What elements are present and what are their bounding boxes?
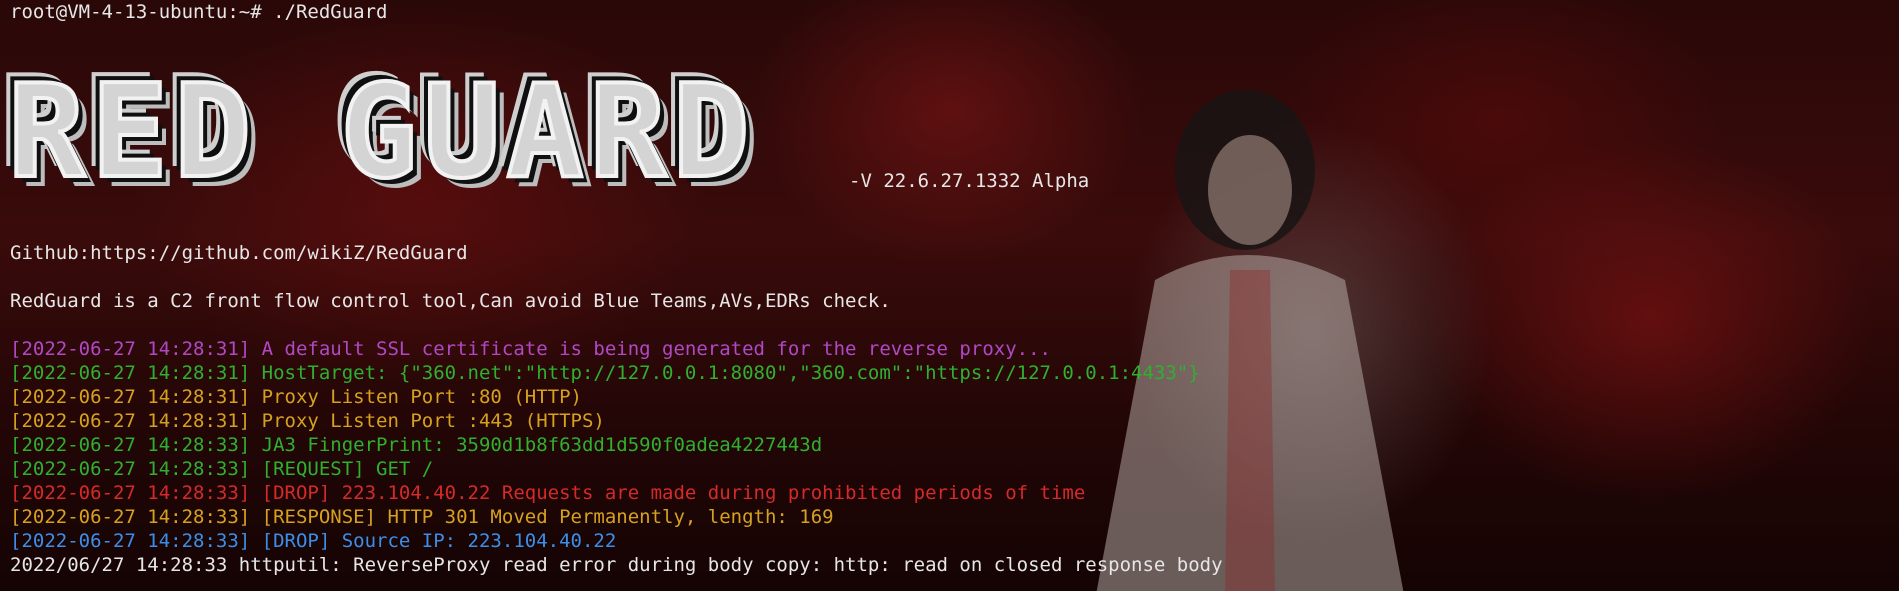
log-timestamp: [2022-06-27 14:28:33] [10, 434, 251, 456]
log-timestamp: [2022-06-27 14:28:31] [10, 386, 251, 408]
description-text: RedGuard is a C2 front flow control tool… [10, 290, 891, 312]
log-line: [2022-06-27 14:28:31] Proxy Listen Port … [10, 385, 582, 409]
log-line: [2022-06-27 14:28:31] HostTarget: {"360.… [10, 361, 1200, 385]
error-line: 2022/06/27 14:28:33 httputil: ReversePro… [10, 554, 1223, 576]
log-timestamp: [2022-06-27 14:28:31] [10, 410, 251, 432]
log-line: [2022-06-27 14:28:33] JA3 FingerPrint: 3… [10, 433, 822, 457]
log-message: Proxy Listen Port :443 (HTTPS) [250, 410, 605, 432]
log-message: [DROP] 223.104.40.22 Requests are made d… [250, 482, 1086, 504]
log-line: [2022-06-27 14:28:31] Proxy Listen Port … [10, 409, 605, 433]
log-timestamp: [2022-06-27 14:28:33] [10, 458, 251, 480]
log-message: HostTarget: {"360.net":"http://127.0.0.1… [250, 362, 1200, 384]
log-timestamp: [2022-06-27 14:28:33] [10, 530, 251, 552]
ascii-banner: RED GUARD [6, 58, 756, 207]
log-line: [2022-06-27 14:28:31] A default SSL cert… [10, 337, 1051, 361]
wallpaper-figure [1096, 90, 1404, 591]
version-label: -V 22.6.27.1332 Alpha [849, 170, 1090, 192]
log-timestamp: [2022-06-27 14:28:33] [10, 482, 251, 504]
log-timestamp: [2022-06-27 14:28:33] [10, 506, 251, 528]
log-message: Proxy Listen Port :80 (HTTP) [250, 386, 582, 408]
log-line: [2022-06-27 14:28:33] [RESPONSE] HTTP 30… [10, 505, 834, 529]
log-message: [DROP] Source IP: 223.104.40.22 [250, 530, 617, 552]
shell-prompt: root@VM-4-13-ubuntu:~# ./RedGuard [10, 1, 388, 23]
terminal-window[interactable]: root@VM-4-13-ubuntu:~# ./RedGuard RED GU… [0, 0, 1899, 591]
log-timestamp: [2022-06-27 14:28:31] [10, 362, 251, 384]
log-message: A default SSL certificate is being gener… [250, 338, 1051, 360]
log-line: [2022-06-27 14:28:33] [DROP] 223.104.40.… [10, 481, 1085, 505]
banner-title: RED GUARD [6, 58, 756, 207]
log-timestamp: [2022-06-27 14:28:31] [10, 338, 251, 360]
log-line: [2022-06-27 14:28:33] [REQUEST] GET / [10, 457, 433, 481]
github-link[interactable]: Github:https://github.com/wikiZ/RedGuard [10, 241, 468, 265]
log-line: [2022-06-27 14:28:33] [DROP] Source IP: … [10, 529, 616, 553]
log-message: [REQUEST] GET / [250, 458, 434, 480]
log-message: JA3 FingerPrint: 3590d1b8f63dd1d590f0ade… [250, 434, 823, 456]
log-message: [RESPONSE] HTTP 301 Moved Permanently, l… [250, 506, 834, 528]
